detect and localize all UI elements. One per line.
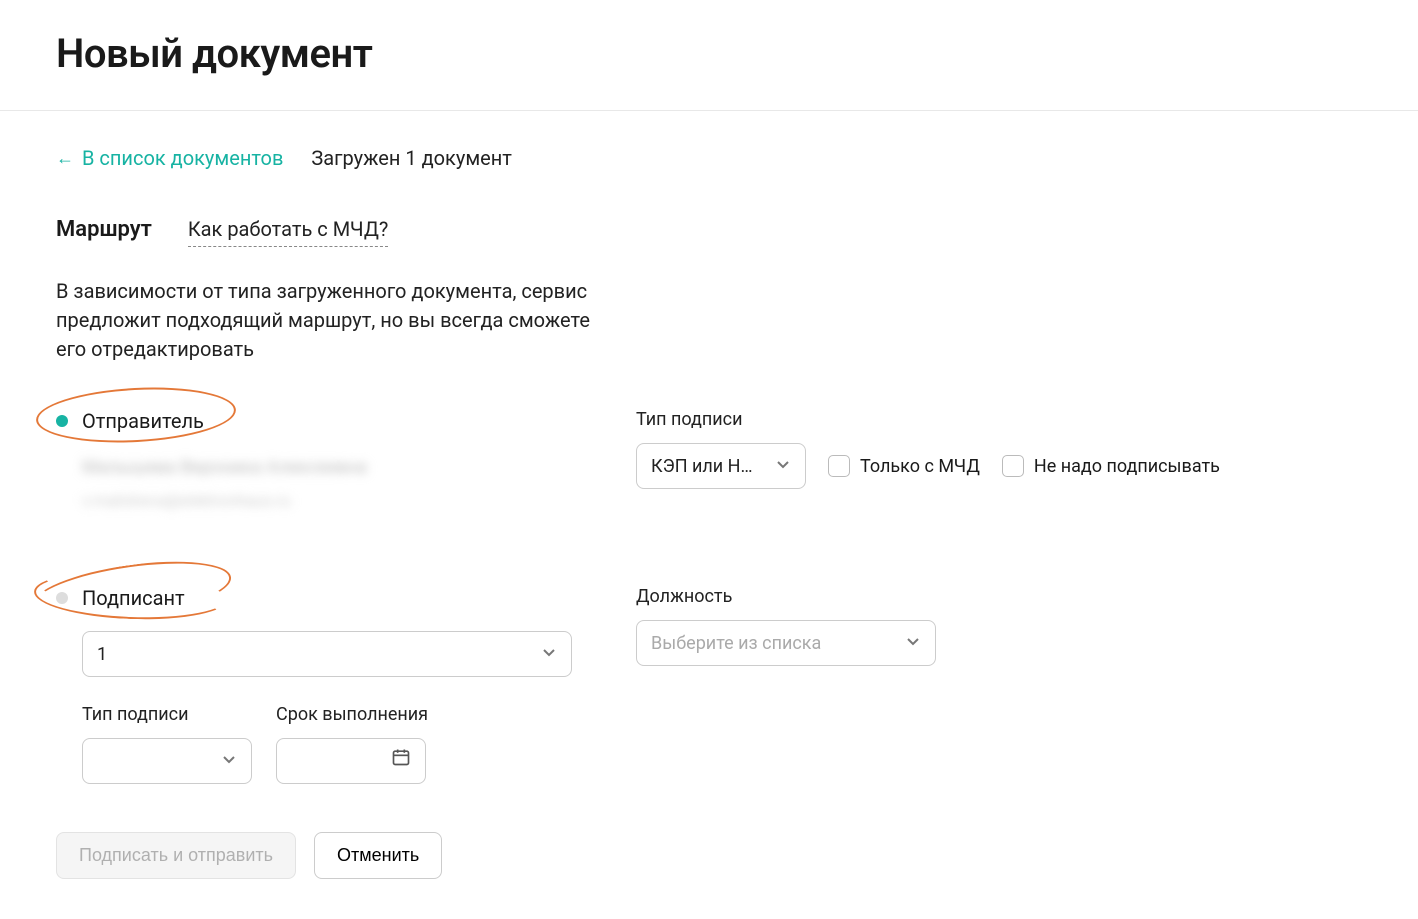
signer-step-header: Подписант: [56, 583, 576, 613]
position-placeholder: Выберите из списка: [651, 630, 821, 657]
page-header: Новый документ: [0, 0, 1418, 111]
sender-step-header: Отправитель: [56, 406, 576, 436]
page-content: ← В список документов Загружен 1 докумен…: [0, 111, 1418, 919]
chevron-down-icon: [221, 748, 237, 775]
position-label: Должность: [636, 583, 1362, 610]
loaded-count-label: Загружен 1 документ: [311, 143, 512, 173]
position-select[interactable]: Выберите из списка: [636, 620, 936, 666]
only-mchd-checkbox[interactable]: Только с МЧД: [828, 453, 980, 480]
signature-type-value: КЭП или Н…: [651, 453, 753, 480]
signer-sig-type-label: Тип подписи: [82, 701, 252, 728]
signature-type-label: Тип подписи: [636, 406, 1362, 433]
route-title: Маршрут: [56, 213, 152, 246]
signer-label: Подписант: [82, 583, 185, 613]
page-title: Новый документ: [56, 24, 1362, 84]
route-help-link[interactable]: Как работать с МЧД?: [188, 214, 389, 247]
checkbox-icon: [828, 455, 850, 477]
back-link[interactable]: ← В список документов: [56, 143, 283, 173]
signer-sig-type-select[interactable]: [82, 738, 252, 784]
step-dot-inactive-icon: [56, 592, 68, 604]
step-dot-active-icon: [56, 415, 68, 427]
sender-name-blurred: Малышева Вероника Алексеевна: [82, 454, 576, 481]
route-row: Маршрут Как работать с МЧД?: [56, 213, 1362, 247]
route-description: В зависимости от типа загруженного докум…: [56, 277, 596, 364]
chevron-down-icon: [541, 641, 557, 668]
sender-label: Отправитель: [82, 406, 204, 436]
no-sign-label: Не надо подписывать: [1034, 453, 1220, 480]
footer-actions: Подписать и отправить Отменить: [56, 832, 1362, 879]
signer-select[interactable]: 1: [82, 631, 572, 677]
deadline-input[interactable]: [276, 738, 426, 784]
calendar-icon: [391, 747, 411, 775]
arrow-left-icon: ←: [56, 145, 74, 172]
only-mchd-label: Только с МЧД: [860, 453, 980, 480]
signer-select-value: 1: [97, 641, 107, 668]
chevron-down-icon: [905, 630, 921, 657]
chevron-down-icon: [775, 453, 791, 480]
back-link-label: В список документов: [82, 143, 283, 173]
deadline-label: Срок выполнения: [276, 701, 428, 728]
signature-type-select[interactable]: КЭП или Н…: [636, 443, 806, 489]
no-sign-checkbox[interactable]: Не надо подписывать: [1002, 453, 1220, 480]
signer-section: Подписант 1 Тип подписи: [56, 583, 1362, 784]
sender-section: Отправитель Малышева Вероника Алексеевна…: [56, 406, 1362, 513]
topline: ← В список документов Загружен 1 докумен…: [56, 143, 1362, 173]
submit-button[interactable]: Подписать и отправить: [56, 832, 296, 879]
sender-email-blurred: v.malisheva@elektronhaus.ru: [82, 489, 576, 513]
cancel-button[interactable]: Отменить: [314, 832, 442, 879]
checkbox-icon: [1002, 455, 1024, 477]
